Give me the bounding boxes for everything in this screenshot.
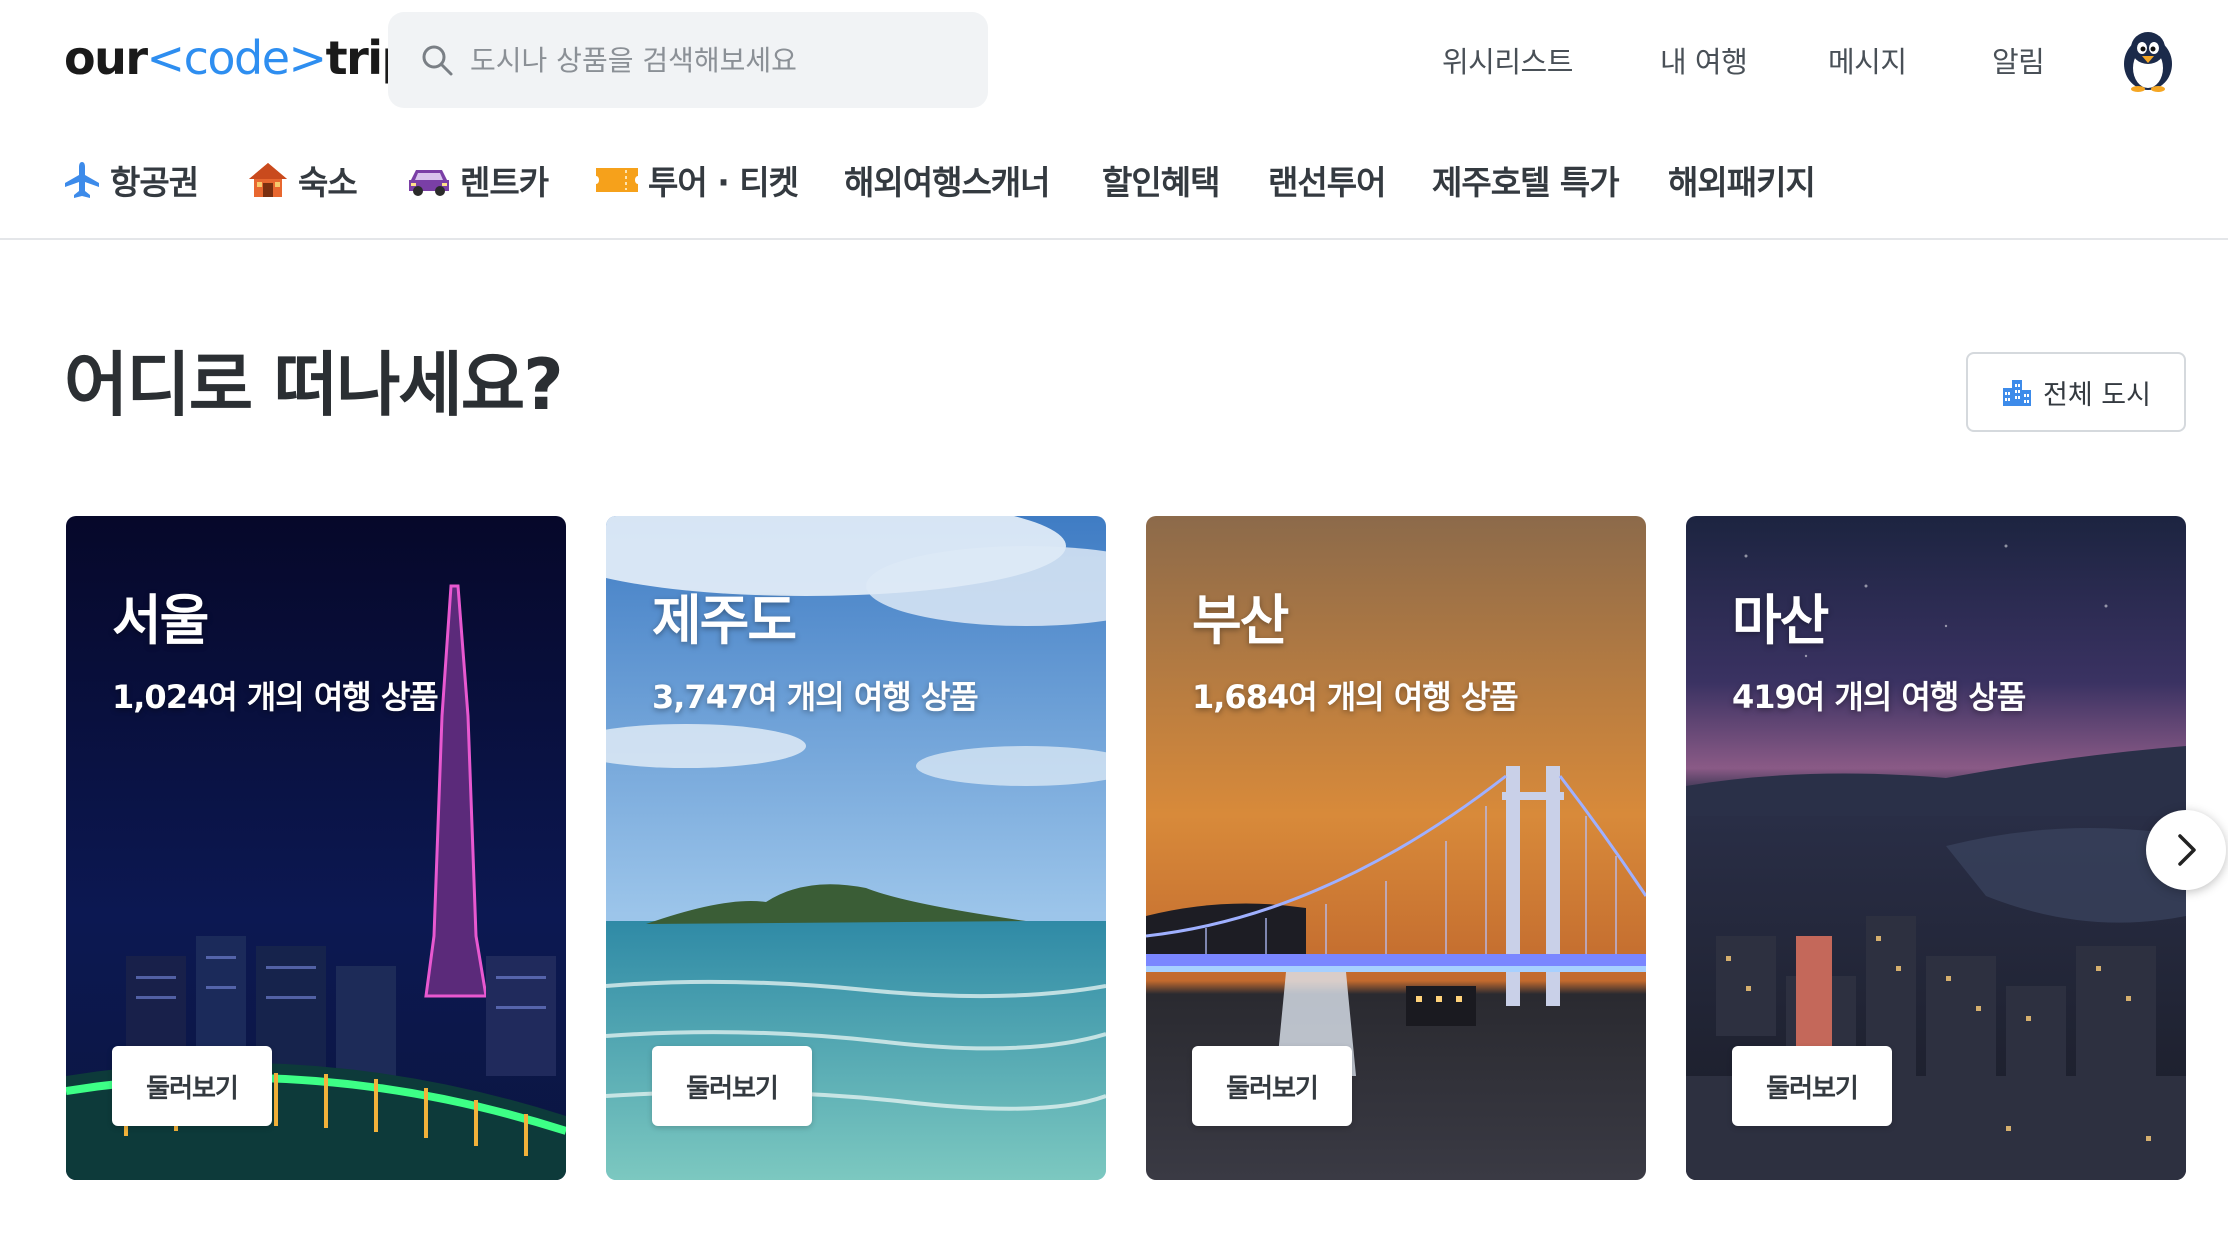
airplane-icon xyxy=(65,162,99,198)
logo-bracket-close: > xyxy=(288,31,328,85)
category-rentcar[interactable]: 렌트카 xyxy=(406,150,549,210)
category-stays-label: 숙소 xyxy=(298,163,358,202)
city-card-seoul[interactable]: 서울 1,024여 개의 여행 상품 둘러보기 xyxy=(66,516,566,1180)
carousel-next-button[interactable] xyxy=(2146,810,2226,890)
city-card-masan[interactable]: 마산 419여 개의 여행 상품 둘러보기 xyxy=(1686,516,2186,1180)
search-bar[interactable] xyxy=(388,12,988,108)
category-online-tour-label: 랜선투어 xyxy=(1268,163,1386,202)
city-name: 제주도 xyxy=(652,589,797,652)
category-flights[interactable]: 항공권 xyxy=(62,150,199,210)
category-jeju-hotel-deals[interactable]: 제주호텔 특가 xyxy=(1432,150,1620,210)
category-nav: 항공권 숙소 렌트카 투어 · 티켓 해외여행스캐너 할인혜택 랜선투어 제주호… xyxy=(0,150,2228,210)
browse-button[interactable]: 둘러보기 xyxy=(1732,1046,1892,1126)
category-tour-ticket-label: 투어 · 티켓 xyxy=(648,163,799,202)
browse-button[interactable]: 둘러보기 xyxy=(652,1046,812,1126)
category-overseas-package[interactable]: 해외패키지 xyxy=(1668,150,1816,210)
city-name: 부산 xyxy=(1192,589,1289,652)
category-overseas-package-label: 해외패키지 xyxy=(1668,163,1816,202)
category-jeju-hotel-deals-label: 제주호텔 특가 xyxy=(1432,163,1620,202)
category-discounts-label: 할인혜택 xyxy=(1102,163,1220,202)
logo[interactable]: our<code>trip xyxy=(64,30,414,86)
all-cities-button[interactable]: 전체 도시 xyxy=(1966,352,2186,432)
nav-wishlist[interactable]: 위시리스트 xyxy=(1442,32,1573,88)
city-name: 서울 xyxy=(112,589,209,652)
nav-my-trips[interactable]: 내 여행 xyxy=(1660,32,1748,88)
city-buildings-icon xyxy=(2003,380,2032,406)
category-flights-label: 항공권 xyxy=(110,163,199,202)
page: our<code>trip 위시리스트 내 여행 메시지 알림 xyxy=(0,0,2228,1238)
header-divider xyxy=(0,238,2228,240)
section-title: 어디로 떠나세요? xyxy=(64,344,564,426)
browse-button[interactable]: 둘러보기 xyxy=(1192,1046,1352,1126)
category-discounts[interactable]: 할인혜택 xyxy=(1102,150,1220,210)
house-icon xyxy=(249,163,287,197)
search-input[interactable] xyxy=(470,43,970,77)
all-cities-label: 전체 도시 xyxy=(2043,379,2151,411)
city-product-count: 1,684여 개의 여행 상품 xyxy=(1192,678,1519,716)
category-online-tour[interactable]: 랜선투어 xyxy=(1268,150,1386,210)
city-product-count: 419여 개의 여행 상품 xyxy=(1732,678,2026,716)
city-product-count: 3,747여 개의 여행 상품 xyxy=(652,678,979,716)
top-header: our<code>trip 위시리스트 내 여행 메시지 알림 xyxy=(0,0,2228,120)
browse-button[interactable]: 둘러보기 xyxy=(112,1046,272,1126)
category-rentcar-label: 렌트카 xyxy=(460,163,549,202)
ticket-icon xyxy=(596,168,638,192)
city-name: 마산 xyxy=(1732,589,1829,652)
chevron-right-icon xyxy=(2178,834,2196,866)
nav-notifications[interactable]: 알림 xyxy=(1992,32,2045,88)
nav-messages-label: 메시지 xyxy=(1828,45,1907,79)
car-icon xyxy=(409,170,449,196)
category-stays[interactable]: 숙소 xyxy=(246,150,358,210)
nav-wishlist-label: 위시리스트 xyxy=(1442,45,1573,79)
search-icon xyxy=(422,45,453,76)
category-overseas-scanner-label: 해외여행스캐너 xyxy=(844,163,1051,202)
nav-notifications-label: 알림 xyxy=(1992,45,2045,79)
city-card-jeju[interactable]: 제주도 3,747여 개의 여행 상품 둘러보기 xyxy=(606,516,1106,1180)
city-product-count: 1,024여 개의 여행 상품 xyxy=(112,678,439,716)
logo-code: code xyxy=(183,31,290,85)
city-card-busan[interactable]: 부산 1,684여 개의 여행 상품 둘러보기 xyxy=(1146,516,1646,1180)
category-overseas-scanner[interactable]: 해외여행스캐너 xyxy=(844,150,1051,210)
logo-our: our xyxy=(64,31,148,85)
nav-my-trips-label: 내 여행 xyxy=(1660,45,1748,79)
category-tour-ticket[interactable]: 투어 · 티켓 xyxy=(594,150,799,210)
logo-bracket-open: < xyxy=(146,31,186,85)
nav-messages[interactable]: 메시지 xyxy=(1828,32,1907,88)
avatar-penguin-icon[interactable] xyxy=(2118,28,2178,92)
